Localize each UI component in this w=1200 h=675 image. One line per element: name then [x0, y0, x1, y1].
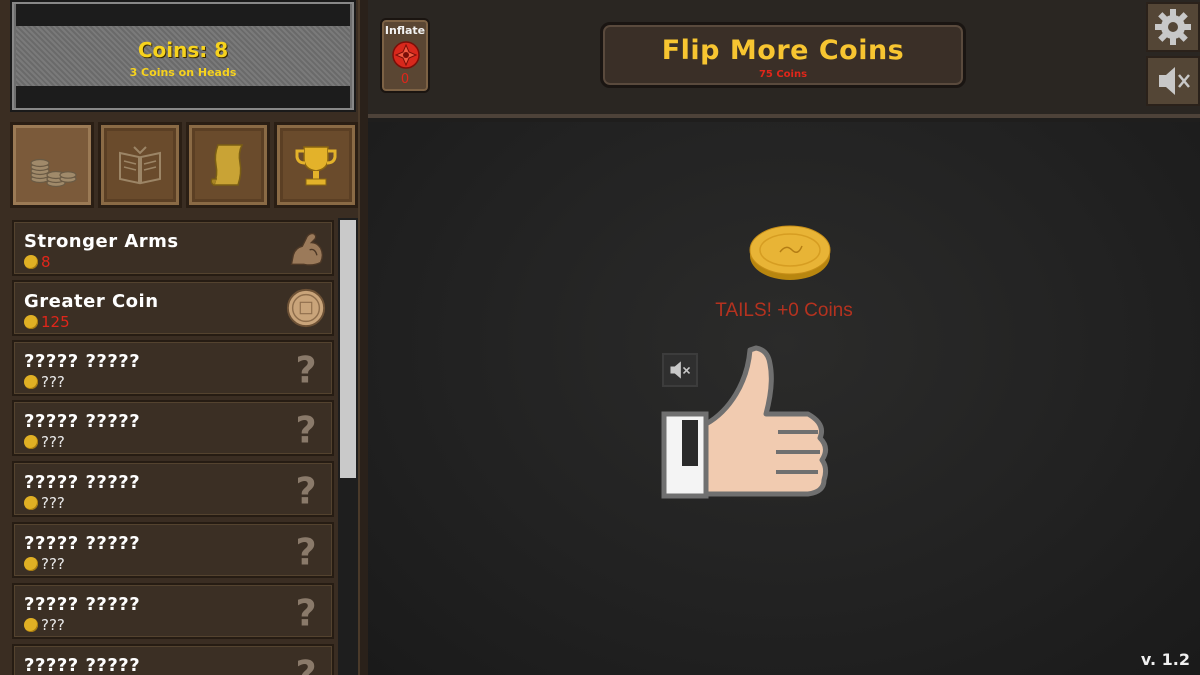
- inflate-gem-icon: [392, 41, 420, 69]
- coin-icon: [24, 618, 38, 632]
- coin-counter-panel: Coins: 8 3 Coins on Heads: [10, 0, 356, 112]
- svg-text:?: ?: [295, 349, 316, 388]
- svg-text:?: ?: [295, 531, 316, 570]
- upgrade-locked[interactable]: ????? ????? ??? ?: [12, 522, 334, 578]
- flipped-coin: [749, 225, 831, 280]
- book-icon: [119, 146, 161, 185]
- version-label: v. 1.2: [1140, 650, 1190, 669]
- left-panel: Coins: 8 3 Coins on Heads Stronger Arms …: [0, 0, 362, 675]
- coin-icon: [24, 375, 38, 389]
- svg-text:?: ?: [295, 409, 316, 448]
- settings-button[interactable]: [1146, 2, 1200, 52]
- question-mark-icon: ?: [284, 406, 328, 450]
- question-mark-icon: ?: [284, 589, 328, 633]
- coin-icon: [24, 557, 38, 571]
- upgrade-cost: ???: [41, 433, 65, 451]
- speaker-muted-icon: [670, 361, 691, 379]
- flip-more-title: Flip More Coins: [661, 35, 905, 66]
- upgrade-greater-coin[interactable]: Greater Coin 125: [12, 280, 334, 336]
- question-mark-icon: ?: [284, 346, 328, 390]
- upgrade-cost: ???: [41, 494, 65, 512]
- upgrade-title: ????? ?????: [24, 472, 141, 493]
- question-mark-icon: ?: [284, 528, 328, 572]
- upgrade-title: ????? ?????: [24, 351, 141, 372]
- play-area: TAILS! +0 Coins v. 1.2: [368, 122, 1200, 675]
- upgrade-cost: ???: [41, 616, 65, 634]
- inflate-count: 0: [400, 72, 410, 87]
- upgrade-title: ????? ?????: [24, 533, 141, 554]
- upgrade-locked[interactable]: ????? ????? ??? ?: [12, 340, 334, 396]
- upgrade-locked[interactable]: ????? ????? ??? ?: [12, 644, 334, 675]
- coin-icon: [24, 255, 38, 269]
- upgrade-locked[interactable]: ????? ????? ??? ?: [12, 583, 334, 639]
- tab-bar: [10, 122, 362, 208]
- game-window: Coins: 8 3 Coins on Heads Stronger Arms …: [0, 0, 1200, 675]
- flip-more-coins-button[interactable]: Flip More Coins 75 Coins: [600, 22, 966, 88]
- coins-on-heads: 3 Coins on Heads: [129, 66, 237, 79]
- upgrade-title: Greater Coin: [24, 291, 159, 312]
- tab-achievements[interactable]: [274, 122, 358, 208]
- flip-more-cost: 75 Coins: [758, 69, 808, 80]
- question-mark-icon: ?: [284, 467, 328, 511]
- tab-book[interactable]: [98, 122, 182, 208]
- upgrade-title: ????? ?????: [24, 594, 141, 615]
- coin-stack-icon: [30, 158, 77, 188]
- upgrade-locked[interactable]: ????? ????? ??? ?: [12, 461, 334, 517]
- coin-icon: [24, 496, 38, 510]
- scrollbar-thumb[interactable]: [340, 220, 356, 478]
- upgrade-stronger-arms[interactable]: Stronger Arms 8: [12, 220, 334, 276]
- trophy-icon: [295, 146, 337, 186]
- panel-divider: [358, 0, 368, 675]
- inflate-label: Inflate: [384, 24, 426, 37]
- upgrade-locked[interactable]: ????? ????? ??? ?: [12, 400, 334, 456]
- tab-scroll[interactable]: [186, 122, 270, 208]
- upgrade-title: ????? ?????: [24, 655, 141, 675]
- svg-text:?: ?: [295, 470, 316, 509]
- scroll-icon: [210, 144, 244, 186]
- flip-result: TAILS! +0 Coins: [715, 300, 853, 321]
- upgrade-cost: ???: [41, 373, 65, 391]
- speaker-muted-icon: [1159, 67, 1190, 95]
- question-mark-icon: ?: [284, 650, 328, 675]
- top-bar: Inflate 0 Flip More Coins 75 Coins: [368, 0, 1200, 118]
- upgrade-list: Stronger Arms 8 Greater Coin 125 ????? ?…: [12, 218, 338, 675]
- tab-coins[interactable]: [10, 122, 94, 208]
- sfx-mute-button[interactable]: [662, 353, 698, 387]
- coin-icon: [24, 315, 38, 329]
- gear-icon: [1155, 9, 1191, 45]
- upgrade-cost: 125: [41, 313, 70, 331]
- mute-music-button[interactable]: [1146, 56, 1200, 106]
- upgrade-title: ????? ?????: [24, 411, 141, 432]
- inflate-button[interactable]: Inflate 0: [380, 18, 430, 93]
- muscle-arm-icon: [284, 226, 328, 270]
- svg-text:?: ?: [295, 653, 316, 675]
- coin-icon: [24, 435, 38, 449]
- upgrade-title: Stronger Arms: [24, 231, 179, 252]
- coins-total: Coins: 8: [137, 38, 229, 62]
- bronze-coin-icon: [284, 286, 328, 330]
- svg-text:?: ?: [295, 592, 316, 631]
- upgrade-cost: ???: [41, 555, 65, 573]
- upgrade-cost: 8: [41, 253, 51, 271]
